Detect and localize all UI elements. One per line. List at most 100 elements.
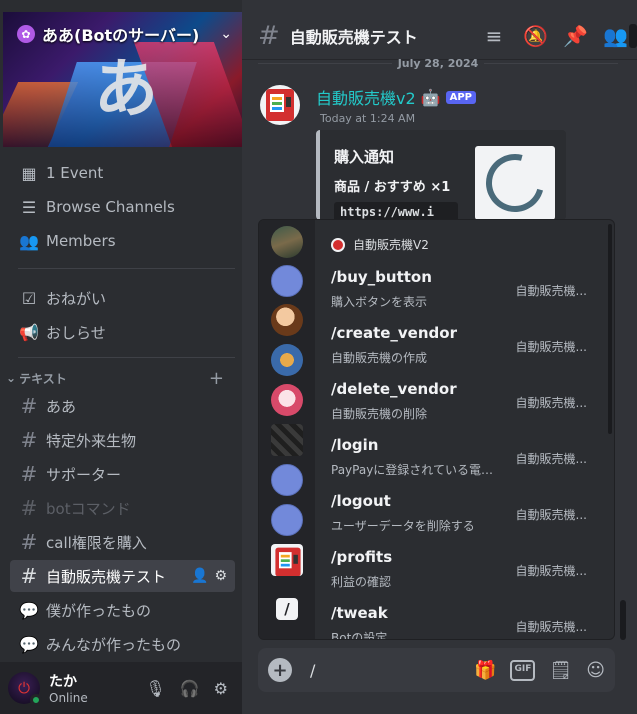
popup-scrollbar[interactable] (608, 224, 612, 434)
snake-logo-icon (475, 143, 555, 223)
command-name: /tweak (331, 604, 388, 622)
notification-bell-muted-icon[interactable]: 🔕 (523, 24, 548, 48)
app-avatar[interactable] (271, 384, 303, 416)
author-name[interactable]: 自動販売機v2 (316, 85, 416, 109)
pinned-item-onegai[interactable]: ☑ おねがい (10, 282, 235, 314)
events-item[interactable]: ▦ 1 Event (10, 157, 235, 189)
create-channel-plus-icon[interactable]: + (209, 368, 224, 389)
embed-field: 商品 / おすすめ ×1 (334, 180, 451, 195)
microphone-icon[interactable]: 🎙 (145, 679, 165, 698)
threads-icon[interactable]: ≡ (483, 24, 505, 48)
forum-item[interactable]: 💬 みんなが作ったもの (10, 628, 235, 660)
browse-channels-icon: ☰ (21, 197, 37, 217)
browse-channels-label: Browse Channels (46, 198, 175, 216)
member-list-icon[interactable]: 👥 (603, 24, 628, 48)
command-name: /buy_button (331, 268, 432, 286)
sidebar-divider (18, 357, 235, 358)
channel-item[interactable]: # call権限を購入 (10, 526, 235, 558)
app-avatar[interactable] (271, 344, 303, 376)
channel-label: 自動販売機テスト (46, 567, 167, 586)
username: たか (49, 674, 77, 690)
server-boost-icon: ✿ (17, 25, 35, 43)
command-name: /profits (331, 548, 393, 566)
pin-icon[interactable]: 📌 (563, 24, 588, 48)
channel-item[interactable]: # 特定外来生物 (10, 424, 235, 456)
channel-item[interactable]: # ああ (10, 390, 235, 422)
command-item[interactable]: /tweak Botの設定 自動販売機... (315, 598, 607, 640)
gif-button[interactable]: GIF (510, 659, 536, 681)
message-input[interactable]: / (310, 661, 474, 680)
app-avatar-default[interactable] (271, 265, 303, 297)
chat-scrollbar[interactable] (620, 600, 626, 640)
hash-icon: # (258, 20, 280, 51)
command-desc: PayPayに登録されている電話... (331, 463, 501, 477)
command-name: /delete_vendor (331, 380, 457, 398)
hash-icon: # (20, 564, 38, 588)
server-header[interactable]: ✿ ああ(Botのサーバー) ⌄ (3, 12, 242, 56)
command-source: 自動販売機... (515, 396, 587, 410)
embed-thumbnail[interactable] (475, 143, 555, 223)
channel-label: 僕が作ったもの (46, 601, 152, 620)
forum-item[interactable]: 💬 僕が作ったもの (10, 594, 235, 626)
members-item[interactable]: 👥 Members (10, 225, 235, 257)
channel-label: みんなが作ったもの (46, 635, 182, 654)
message-composer: + / 🎁 GIF 🗒 ☺ (258, 648, 615, 692)
command-desc: Botの設定 (331, 631, 388, 640)
command-item[interactable]: /create_vendor 自動販売機の作成 自動販売機... (315, 318, 607, 374)
forum-icon: 💬 (19, 634, 39, 654)
gift-icon[interactable]: 🎁 (474, 660, 496, 681)
app-avatar[interactable] (271, 304, 303, 336)
builtin-commands-icon[interactable]: / (276, 598, 298, 620)
browse-channels-item[interactable]: ☰ Browse Channels (10, 191, 235, 223)
app-avatar-default[interactable] (271, 464, 303, 496)
add-member-icon[interactable]: 👤 (191, 568, 208, 584)
command-item[interactable]: /buy_button 購入ボタンを表示 自動販売機... (315, 262, 607, 318)
popup-app-name: 自動販売機V2 (353, 238, 429, 252)
hash-icon: # (20, 428, 38, 452)
date-separator: July 28, 2024 (258, 55, 619, 71)
category-text[interactable]: ⌄ テキスト + (6, 368, 236, 389)
user-panel: ⏻ たか Online 🎙 🎧 ⚙ (0, 662, 242, 714)
channel-label: ああ (46, 397, 77, 416)
slash-command-popup: / 自動販売機V2 /buy_button 購入ボタンを表示 自動販売機... … (258, 219, 615, 640)
server-name: ああ(Botのサーバー) (42, 26, 200, 45)
calendar-icon: ▦ (21, 163, 37, 183)
bot-avatar[interactable] (260, 85, 300, 125)
chevron-down-icon[interactable]: ⌄ (220, 26, 232, 42)
channel-item[interactable]: # サポーター (10, 458, 235, 490)
channel-item[interactable]: # botコマンド (10, 492, 235, 524)
pinned-item-oshirase[interactable]: 📢 おしらせ (10, 316, 235, 348)
message-timestamp: Today at 1:24 AM (320, 112, 416, 125)
channel-label: サポーター (46, 465, 122, 484)
avatar[interactable]: ⏻ (8, 672, 42, 706)
gear-icon[interactable]: ⚙ (214, 679, 228, 698)
members-icon: 👥 (19, 231, 39, 251)
sticker-icon[interactable]: 🗒 (549, 660, 572, 681)
command-item[interactable]: /profits 利益の確認 自動販売機... (315, 542, 607, 598)
command-name: /create_vendor (331, 324, 457, 342)
app-rail: / (259, 220, 315, 639)
command-item[interactable]: /login PayPayに登録されている電話... 自動販売機... (315, 430, 607, 486)
channel-label: 特定外来生物 (46, 431, 137, 450)
members-label: Members (46, 232, 116, 250)
app-avatar-gun[interactable] (271, 226, 303, 258)
app-avatar-default[interactable] (271, 504, 303, 536)
scrollbar-thumb[interactable] (629, 24, 637, 48)
command-desc: 利益の確認 (331, 575, 392, 589)
command-source: 自動販売機... (515, 508, 587, 522)
hash-lock-icon: # (20, 462, 38, 486)
headphones-icon[interactable]: 🎧 (180, 679, 200, 698)
message-embed: 購入通知 商品 / おすすめ ×1 https://www.i (316, 130, 566, 224)
channel-item-active[interactable]: # 自動販売機テスト 👤 ⚙ (10, 560, 235, 592)
gear-icon[interactable]: ⚙ (214, 568, 227, 584)
app-avatar-cube[interactable] (271, 424, 303, 456)
hash-icon: # (20, 394, 38, 418)
emoji-icon[interactable]: ☺ (586, 660, 605, 681)
command-item[interactable]: /logout ユーザーデータを削除する 自動販売機... (315, 486, 607, 542)
app-avatar-vending[interactable] (271, 544, 303, 576)
command-source: 自動販売機... (515, 564, 587, 578)
attach-plus-button[interactable]: + (268, 658, 292, 682)
command-desc: 自動販売機の削除 (331, 407, 428, 421)
command-item[interactable]: /delete_vendor 自動販売機の削除 自動販売機... (315, 374, 607, 430)
app-badge: APP (445, 90, 476, 104)
